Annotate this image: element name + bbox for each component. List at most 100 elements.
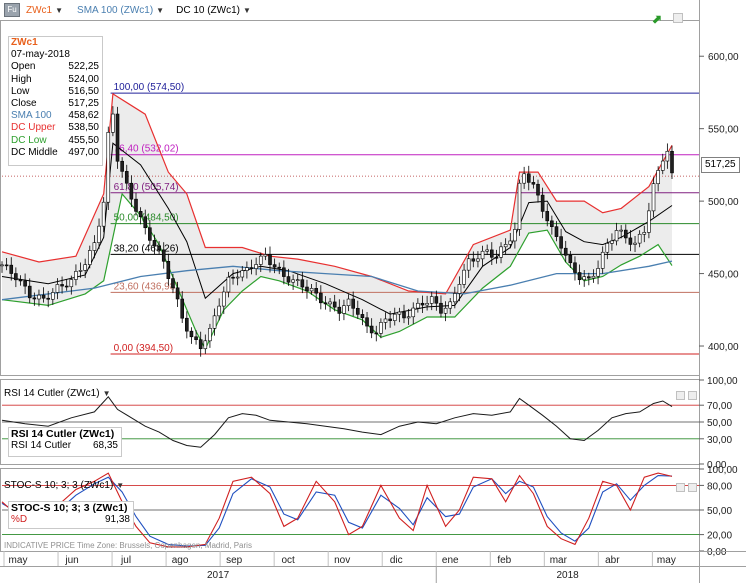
stoc-panel-close-icon[interactable] [688, 483, 697, 492]
rsi-panel-header: RSI 14 Cutler (ZWc1) ▼ [4, 388, 111, 399]
candle-body [388, 318, 392, 321]
candle-body [392, 313, 397, 321]
candle-body [508, 240, 513, 245]
data-window-row: Low 516,50 [9, 86, 102, 98]
candle-body [32, 297, 37, 300]
fib-level-label: 76,40 (532,02) [114, 144, 179, 155]
maximize-icon[interactable] [673, 13, 683, 23]
candle-body [665, 150, 670, 162]
candle-body [369, 325, 374, 334]
candle-body [64, 285, 69, 288]
candle-body [157, 245, 161, 251]
rsi-axis-label: 100,00 [707, 376, 738, 387]
month-label: jun [64, 555, 78, 566]
candle-body [78, 270, 83, 272]
candle-body [83, 264, 87, 271]
rsi-panel-maximize-icon[interactable] [676, 391, 685, 400]
candle-body [309, 288, 314, 292]
candle-body [476, 258, 480, 262]
candle-body [258, 255, 263, 265]
candle-body [332, 301, 337, 308]
candle-body [51, 292, 55, 300]
candle-body [402, 311, 406, 319]
candle-body [263, 254, 268, 257]
candle-body [97, 225, 101, 243]
candle-body [448, 301, 453, 309]
candle-body [429, 296, 434, 304]
data-window-row: SMA 100 458,62 [9, 110, 102, 122]
candle-body [651, 183, 656, 212]
candle-body [129, 182, 134, 200]
candle-body [517, 182, 522, 230]
data-window-row: Close 517,25 [9, 98, 102, 110]
data-window-value: 516,50 [68, 85, 99, 97]
candle-body [434, 296, 439, 304]
last-price-badge: 517,25 [701, 157, 740, 173]
candle-body [453, 293, 457, 303]
candle-body [212, 315, 217, 329]
candle-body [106, 132, 111, 203]
candle-body [221, 291, 226, 307]
candle-body [587, 276, 591, 279]
candle-body [148, 227, 152, 241]
price-axis-label: 600,00 [708, 52, 739, 63]
candle-body [342, 305, 346, 314]
candle-body [642, 232, 647, 235]
data-window-label: DC Middle [11, 146, 58, 158]
rsi-data-window: RSI 14 Cutler (ZWc1) RSI 14 Cutler 68,35 [8, 427, 122, 457]
candle-body [559, 236, 563, 249]
stoc-axis-label: 80,00 [707, 481, 732, 492]
candle-body [115, 113, 120, 162]
chevron-down-icon[interactable]: ▼ [103, 389, 111, 398]
rsi-axis-label: 30,00 [707, 435, 732, 446]
candle-body [217, 305, 221, 317]
candle-body [365, 317, 369, 327]
year-label: 2017 [207, 570, 230, 581]
fib-level-label: 38,20 (463,26) [114, 243, 179, 254]
candle-body [101, 201, 106, 227]
data-window-title: ZWc1 [11, 37, 38, 48]
candle-body [619, 229, 623, 232]
candle-body [591, 275, 596, 279]
candle-body [633, 242, 637, 245]
stoc-axis-label: 50,00 [707, 506, 732, 517]
stoc-panel-header: STOC-S 10; 3; 3 (ZWc1) ▼ [4, 480, 124, 491]
data-window-label: High [11, 73, 32, 85]
candle-body [69, 279, 74, 288]
candle-body [346, 298, 351, 306]
candle-body [152, 240, 157, 247]
candle-body [272, 264, 277, 268]
rsi-header-label: RSI 14 Cutler (ZWc1) [4, 388, 100, 399]
data-window-label: Low [11, 85, 30, 97]
candle-body [268, 254, 272, 265]
month-label: may [9, 555, 28, 566]
candle-body [462, 269, 466, 285]
candle-body [323, 302, 328, 305]
candle-body [208, 327, 212, 342]
data-window-label: SMA 100 [11, 110, 52, 122]
candle-body [416, 302, 420, 309]
candle-body [37, 294, 41, 300]
candle-body [582, 276, 587, 281]
candle-body [166, 260, 171, 279]
stoc-panel-maximize-icon[interactable] [676, 483, 685, 492]
fib-level-label: 23,60 (436,98) [114, 281, 179, 292]
price-chart[interactable]: 100,00 (574,50) 76,40 (532,02) 61,80 (505,… [0, 0, 746, 583]
price-axis-label: 500,00 [708, 197, 739, 208]
candle-body [540, 194, 545, 212]
candle-body [550, 220, 554, 227]
candle-body [124, 171, 129, 184]
candle-body [610, 240, 614, 244]
candle-body [628, 237, 633, 245]
candle-body [351, 298, 355, 309]
candle-body [198, 339, 203, 350]
trend-icon[interactable]: ⬈ [652, 12, 662, 26]
candle-body [600, 251, 605, 269]
candle-body [660, 160, 665, 171]
rsi-panel-close-icon[interactable] [688, 391, 697, 400]
candle-body [466, 258, 471, 271]
candle-body [314, 288, 319, 294]
chevron-down-icon[interactable]: ▼ [116, 481, 124, 490]
price-axis-label: 450,00 [708, 270, 739, 281]
stoc-data-window: STOC-S 10; 3; 3 (ZWc1) %D 91,38 [8, 501, 134, 529]
